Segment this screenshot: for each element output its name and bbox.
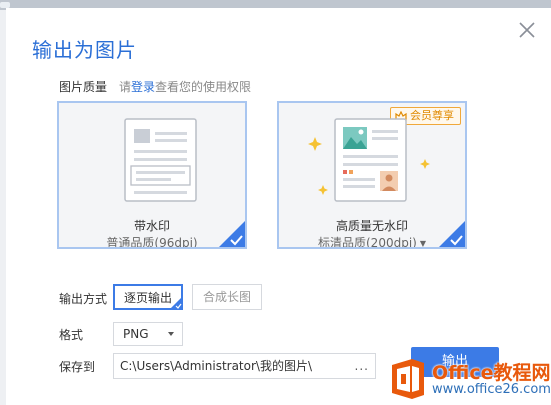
card-quality: 标清品质(200dpi) [318, 236, 417, 249]
hq-document-icon [308, 118, 430, 202]
format-select[interactable]: PNG [113, 322, 183, 346]
office-logo-icon [392, 359, 424, 399]
format-label: 格式 [59, 328, 84, 342]
save-path-field[interactable]: C:\Users\Administrator\我的图片\ ... [113, 353, 376, 379]
dialog-title: 输出为图片 [32, 38, 137, 62]
check-corner-icon [219, 221, 245, 247]
login-link[interactable]: 登录 [131, 80, 155, 94]
card-quality-select[interactable]: 标清品质(200dpi) ▼ [279, 234, 465, 249]
quality-hint: 请登录查看您的使用权限 [119, 78, 251, 95]
output-mode-label: 输出方式 [59, 292, 108, 306]
watermark-url: www.office26.com [432, 382, 551, 397]
browse-button[interactable]: ... [355, 354, 369, 378]
check-corner-icon [439, 221, 465, 247]
close-icon [519, 22, 535, 38]
dropdown-arrow-icon [168, 332, 174, 336]
check-corner-icon [170, 297, 182, 309]
save-path-value: C:\Users\Administrator\我的图片\ [120, 359, 313, 373]
page-by-page-button[interactable]: 逐页输出 [113, 284, 183, 310]
export-image-dialog: 输出为图片 图片质量 请登录查看您的使用权限 带水印 普通品质(96dpi) 会… [6, 8, 551, 405]
long-image-button[interactable]: 合成长图 [192, 284, 262, 310]
site-watermark: Office教程网 www.office26.com [384, 354, 551, 405]
hint-prefix: 请 [119, 80, 132, 94]
quality-label: 图片质量 [59, 80, 108, 94]
card-title: 带水印 [133, 219, 170, 233]
save-to-label: 保存到 [59, 360, 96, 374]
card-watermark[interactable]: 带水印 普通品质(96dpi) [57, 101, 247, 249]
card-title: 高质量无水印 [335, 219, 408, 233]
hint-suffix: 查看您的使用权限 [155, 80, 252, 94]
card-quality: 普通品质(96dpi) [106, 236, 198, 249]
document-icon [124, 118, 197, 202]
page-by-page-label: 逐页输出 [123, 291, 172, 305]
card-no-watermark[interactable]: 会员尊享 高质量无水印 标清品质(200dpi) ▼ [277, 101, 467, 249]
watermark-brand: Office教程网 [432, 362, 551, 384]
dropdown-arrow-icon: ▼ [419, 239, 426, 248]
format-value: PNG [123, 327, 149, 341]
close-button[interactable] [515, 18, 539, 42]
